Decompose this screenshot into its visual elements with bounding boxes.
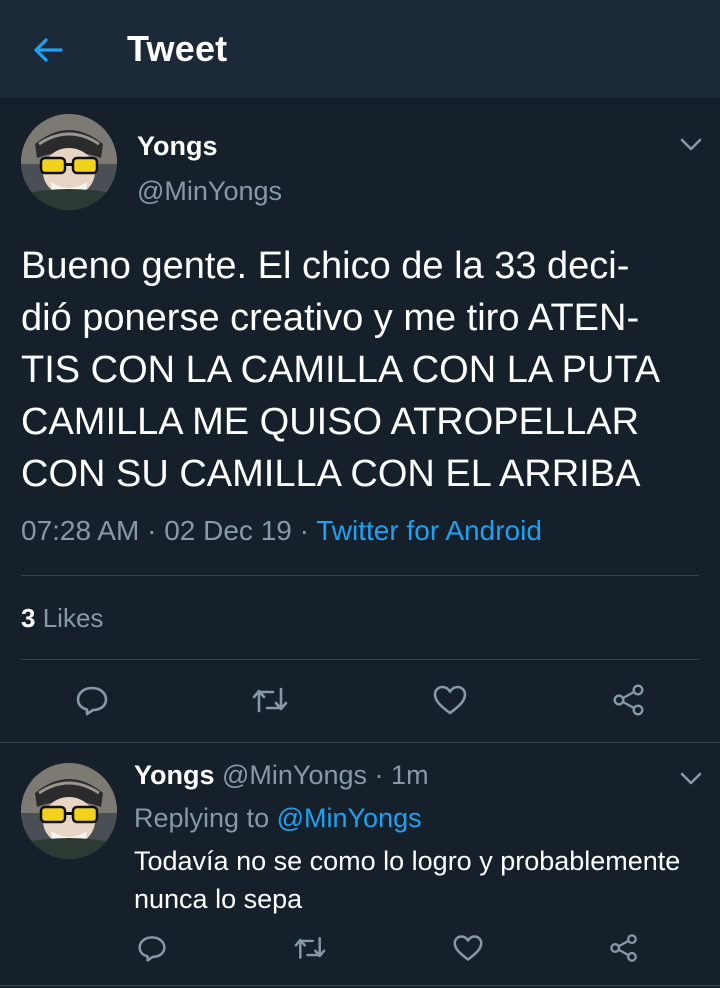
reply-author-name[interactable]: Yongs	[134, 760, 215, 790]
reply-header: Yongs @MinYongs · 1m	[134, 760, 429, 791]
retweet-icon	[294, 937, 326, 959]
chevron-down-icon[interactable]	[677, 768, 705, 788]
share-icon	[613, 684, 644, 716]
reply-reply-button[interactable]	[132, 928, 172, 968]
meta-separator: ·	[147, 515, 157, 546]
reply-button[interactable]	[70, 678, 114, 722]
author-name[interactable]: Yongs	[137, 131, 218, 162]
tweet-date: 02 Dec 19	[164, 515, 292, 546]
tweet-meta: 07:28 AM · 02 Dec 19 · Twitter for Andro…	[21, 515, 542, 547]
replying-to: Replying to @MinYongs	[134, 803, 422, 834]
avatar-photo	[21, 763, 117, 859]
divider	[21, 659, 699, 660]
top-app-bar: Tweet	[0, 0, 720, 99]
avatar-photo	[21, 114, 117, 210]
like-icon	[453, 935, 483, 961]
share-icon	[610, 934, 637, 962]
likes-label: Likes	[42, 603, 104, 633]
tweet-source-link[interactable]: Twitter for Android	[316, 515, 542, 546]
replying-label: Replying to	[134, 803, 270, 833]
reply-author-handle[interactable]: @MinYongs	[222, 760, 367, 790]
meta-separator: ·	[374, 760, 384, 790]
reply-time: 1m	[391, 760, 429, 790]
like-button[interactable]	[428, 678, 472, 722]
likes-number: 3	[21, 603, 36, 633]
reply-retweet-button[interactable]	[290, 928, 330, 968]
replying-to-link[interactable]: @MinYongs	[277, 803, 422, 833]
tweet-time: 07:28 AM	[21, 515, 140, 546]
divider	[21, 575, 699, 576]
avatar[interactable]	[21, 114, 117, 210]
back-button[interactable]	[28, 32, 68, 68]
reply-text: Todavía no se como lo logro y probableme…	[134, 846, 681, 914]
divider	[0, 985, 720, 986]
reply-icon	[138, 936, 166, 962]
author-handle[interactable]: @MinYongs	[137, 176, 282, 207]
tweet-text: Bueno gente. El chico de la 33 deci- dió…	[21, 245, 661, 495]
arrow-left-icon	[34, 38, 63, 62]
retweet-button[interactable]	[248, 678, 292, 722]
page-title: Tweet	[127, 28, 228, 69]
reply-avatar[interactable]	[21, 763, 117, 859]
reply-share-button[interactable]	[604, 928, 644, 968]
share-button[interactable]	[607, 678, 651, 722]
like-icon	[433, 685, 467, 715]
tweet-detail-screen: Tweet Yongs @MinYongs Bueno gente. El ch…	[0, 0, 720, 988]
meta-separator: ·	[299, 515, 309, 546]
reply-like-button[interactable]	[448, 928, 488, 968]
reply-icon	[76, 686, 108, 716]
likes-count[interactable]: 3 Likes	[21, 603, 103, 634]
divider	[0, 742, 720, 743]
retweet-icon	[252, 687, 288, 713]
chevron-down-icon[interactable]	[677, 134, 705, 154]
